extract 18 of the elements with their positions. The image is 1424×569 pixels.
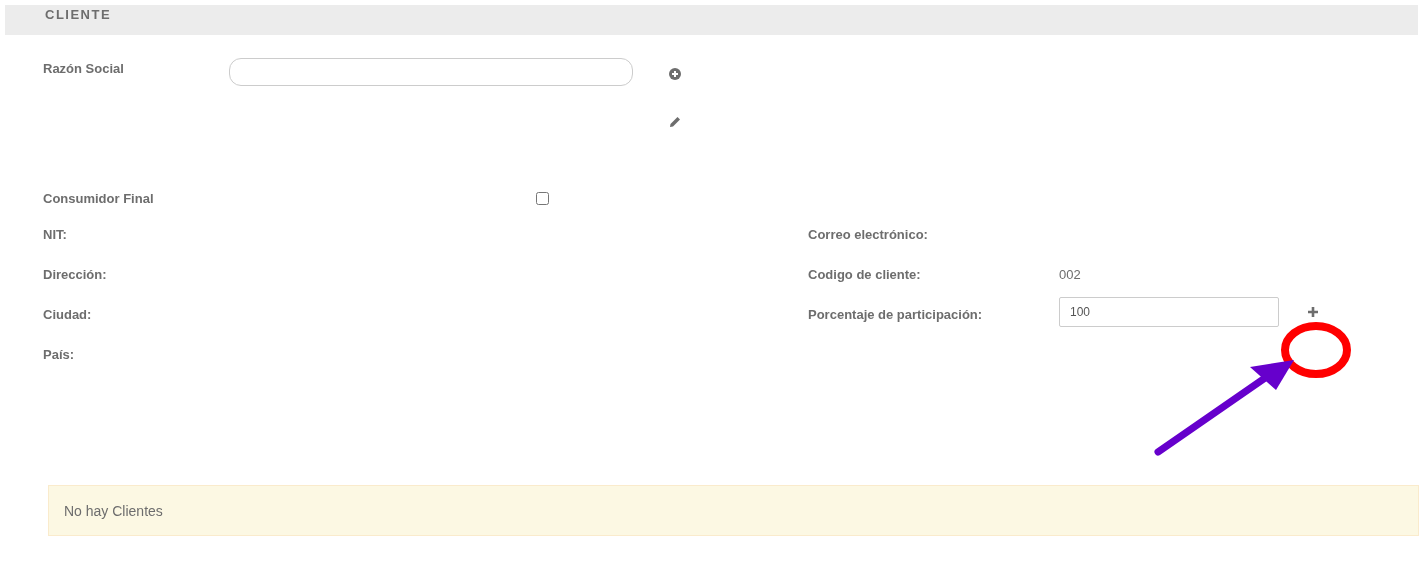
add-circle-icon[interactable] (669, 68, 681, 80)
field-label: Ciudad: (43, 307, 92, 322)
section-title: CLIENTE (45, 6, 112, 22)
field-label: Dirección: (43, 267, 107, 282)
percentage-input[interactable]: 100 (1059, 297, 1279, 327)
pencil-icon[interactable] (669, 116, 681, 128)
field-label: Correo electrónico: (808, 227, 928, 242)
field-value: 002 (1059, 267, 1081, 282)
company-name-input[interactable] (229, 58, 633, 86)
field-label: NIT: (43, 227, 67, 242)
field-label: Consumidor Final (43, 190, 155, 206)
plus-icon (1307, 306, 1319, 318)
alert-text: No hay Clientes (64, 502, 163, 519)
checkbox[interactable] (536, 191, 549, 205)
field-label: País: (43, 347, 75, 362)
field-label: Razón Social (43, 60, 125, 78)
field-label: Porcentaje de participación: (808, 307, 983, 322)
field-label: Codigo de cliente: (808, 267, 921, 282)
